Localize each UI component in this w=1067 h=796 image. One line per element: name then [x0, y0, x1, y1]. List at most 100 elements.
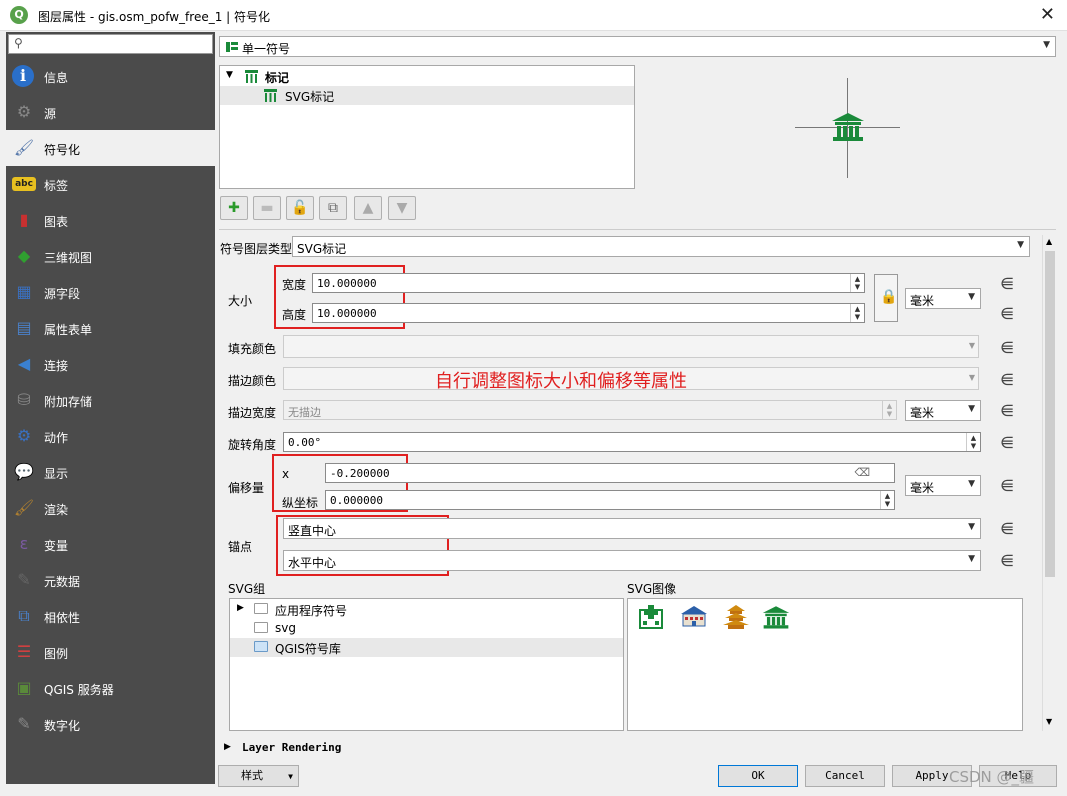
data-defined-override-icon[interactable]: ⋹	[996, 401, 1018, 421]
spin-arrows-icon[interactable]: ▲ ▼	[850, 274, 864, 292]
sidebar-item-3[interactable]: abc 标签	[6, 166, 215, 202]
lock-ratio-button[interactable]: 🔒	[874, 274, 898, 322]
sidebar-item-label: 显示	[44, 467, 69, 481]
search-icon: ⚲	[14, 36, 23, 50]
offset-y-spinbox[interactable]: 0.000000 ▲ ▼	[325, 490, 895, 510]
spin-arrows-icon[interactable]: ▲ ▼	[882, 401, 896, 419]
size-unit-value: 毫米	[910, 294, 935, 308]
offset-unit-select[interactable]: 毫米 ▼	[905, 475, 981, 496]
pagoda-icon[interactable]	[722, 604, 750, 630]
svg-group-item[interactable]: ▶ 应用程序符号	[230, 600, 623, 619]
symbol-layer-type-label: 符号图层类型	[220, 242, 293, 256]
data-defined-override-icon[interactable]: ⋹	[996, 551, 1018, 571]
tree-root-label: 标记	[265, 71, 290, 85]
sidebar-item-4[interactable]: ▮ 图表	[6, 202, 215, 238]
spin-arrows-icon[interactable]: ▲ ▼	[880, 491, 894, 509]
sidebar-item-label: 图例	[44, 647, 69, 661]
scrollbar[interactable]: ▲ ▼	[1042, 235, 1056, 731]
spin-arrows-icon[interactable]: ▲ ▼	[850, 304, 864, 322]
svg-group-item[interactable]: QGIS符号库	[230, 638, 623, 657]
sidebar-item-11[interactable]: 💬 显示	[6, 454, 215, 490]
sidebar-item-12[interactable]: 🖌 渲染	[6, 490, 215, 526]
chevron-down-icon: ▼	[968, 404, 975, 414]
duplicate-layer-button[interactable]: ⧉	[319, 196, 347, 220]
sidebar-item-6[interactable]: ▦ 源字段	[6, 274, 215, 310]
clear-icon[interactable]: ⌫	[854, 466, 870, 479]
tree-row-svg-marker[interactable]: SVG标记	[220, 86, 634, 105]
labels-icon: abc	[12, 177, 36, 191]
sidebar-item-18[interactable]: ✎ 数字化	[6, 706, 215, 742]
sidebar-item-8[interactable]: ◀ 连接	[6, 346, 215, 382]
data-defined-override-icon[interactable]: ⋹	[996, 433, 1018, 453]
vertical-anchor-select[interactable]: 竖直中心 ▼	[283, 518, 981, 539]
sidebar-item-label: 数字化	[44, 719, 81, 733]
sidebar-item-16[interactable]: ☰ 图例	[6, 634, 215, 670]
move-up-button[interactable]: ▲	[354, 196, 382, 220]
3d-view-icon: ◆	[17, 246, 31, 265]
chevron-down-icon: ▼	[968, 522, 975, 532]
cancel-button[interactable]: Cancel	[805, 765, 885, 787]
temple-icon[interactable]	[762, 604, 790, 630]
spin-arrows-icon[interactable]: ▲ ▼	[966, 433, 980, 451]
expand-arrow-icon: ▶	[224, 742, 231, 752]
width-spinbox[interactable]: 10.000000 ▲ ▼	[312, 273, 865, 293]
offset-label: 偏移量	[228, 481, 265, 495]
data-defined-override-icon[interactable]: ⋹	[996, 338, 1018, 358]
height-label: 高度	[282, 308, 307, 322]
offset-x-spinbox[interactable]: -0.200000 ⌫	[325, 463, 895, 483]
size-unit-select[interactable]: 毫米 ▼	[905, 288, 981, 309]
layer-rendering-toggle[interactable]: ▶ Layer Rendering	[218, 740, 518, 758]
search-input[interactable]: ⚲	[8, 34, 213, 54]
renderer-select[interactable]: 单一符号 ▼	[219, 36, 1056, 57]
symbol-layer-tree[interactable]: ▼ 标记 SVG标记	[219, 65, 635, 189]
style-menu-button[interactable]: 样式 ▼	[218, 765, 299, 787]
width-value: 10.000000	[317, 277, 377, 290]
info-icon: i	[12, 65, 34, 87]
scroll-down-icon: ▼	[1046, 717, 1053, 726]
horizontal-anchor-value: 水平中心	[288, 556, 337, 570]
renderer-value: 单一符号	[242, 42, 291, 56]
lock-layer-button[interactable]: 🔓	[286, 196, 314, 220]
sidebar-item-17[interactable]: ▣ QGIS 服务器	[6, 670, 215, 706]
data-defined-override-icon[interactable]: ⋹	[996, 476, 1018, 496]
school-icon[interactable]	[680, 604, 708, 630]
sidebar-item-1[interactable]: ⚙ 源	[6, 94, 215, 130]
close-button[interactable]: ✕	[1040, 4, 1055, 25]
sidebar-item-9[interactable]: ⛁ 附加存储	[6, 382, 215, 418]
move-down-button[interactable]: ▼	[388, 196, 416, 220]
fill-color-button[interactable]: ▼	[283, 335, 979, 358]
sidebar-item-13[interactable]: ε 变量	[6, 526, 215, 562]
ok-button[interactable]: OK	[718, 765, 798, 787]
tree-row-marker[interactable]: ▼ 标记	[220, 67, 634, 86]
hospital-icon[interactable]	[637, 604, 665, 630]
sidebar-item-7[interactable]: ▤ 属性表单	[6, 310, 215, 346]
svg-group-item[interactable]: svg	[230, 619, 623, 638]
sidebar-item-10[interactable]: ⚙ 动作	[6, 418, 215, 454]
sidebar-item-15[interactable]: ⧉ 相依性	[6, 598, 215, 634]
data-defined-override-icon[interactable]: ⋹	[996, 519, 1018, 539]
sidebar-item-2[interactable]: 🖌 符号化	[6, 130, 215, 166]
vertical-anchor-value: 竖直中心	[288, 524, 337, 538]
add-layer-button[interactable]: ✚	[220, 196, 248, 220]
data-defined-override-icon[interactable]: ⋹	[996, 304, 1018, 324]
lock-icon: 🔒	[880, 289, 898, 305]
offset-y-value: 0.000000	[330, 494, 383, 507]
folder-icon	[254, 641, 268, 652]
remove-layer-button[interactable]: ▬	[253, 196, 281, 220]
height-spinbox[interactable]: 10.000000 ▲ ▼	[312, 303, 865, 323]
scrollbar-thumb[interactable]	[1045, 251, 1055, 577]
rotation-spinbox[interactable]: 0.00° ▲ ▼	[283, 432, 981, 452]
svg-groups-tree[interactable]: ▶ 应用程序符号 svg QGIS符号库	[229, 598, 624, 731]
horizontal-anchor-select[interactable]: 水平中心 ▼	[283, 550, 981, 571]
sidebar-item-0[interactable]: i 信息	[6, 58, 215, 94]
data-defined-override-icon[interactable]: ⋹	[996, 370, 1018, 390]
stroke-width-spinbox[interactable]: 无描边 ▲ ▼	[283, 400, 897, 420]
sidebar-item-5[interactable]: ◆ 三维视图	[6, 238, 215, 274]
sidebar-item-14[interactable]: ✎ 元数据	[6, 562, 215, 598]
symbol-layer-type-select[interactable]: SVG标记 ▼	[292, 236, 1030, 257]
data-defined-override-icon[interactable]: ⋹	[996, 274, 1018, 294]
folder-icon	[254, 603, 268, 614]
layer-rendering-label: Layer Rendering	[242, 741, 342, 754]
stroke-width-unit-select[interactable]: 毫米 ▼	[905, 400, 981, 421]
symbol-layer-type-value: SVG标记	[297, 242, 347, 256]
